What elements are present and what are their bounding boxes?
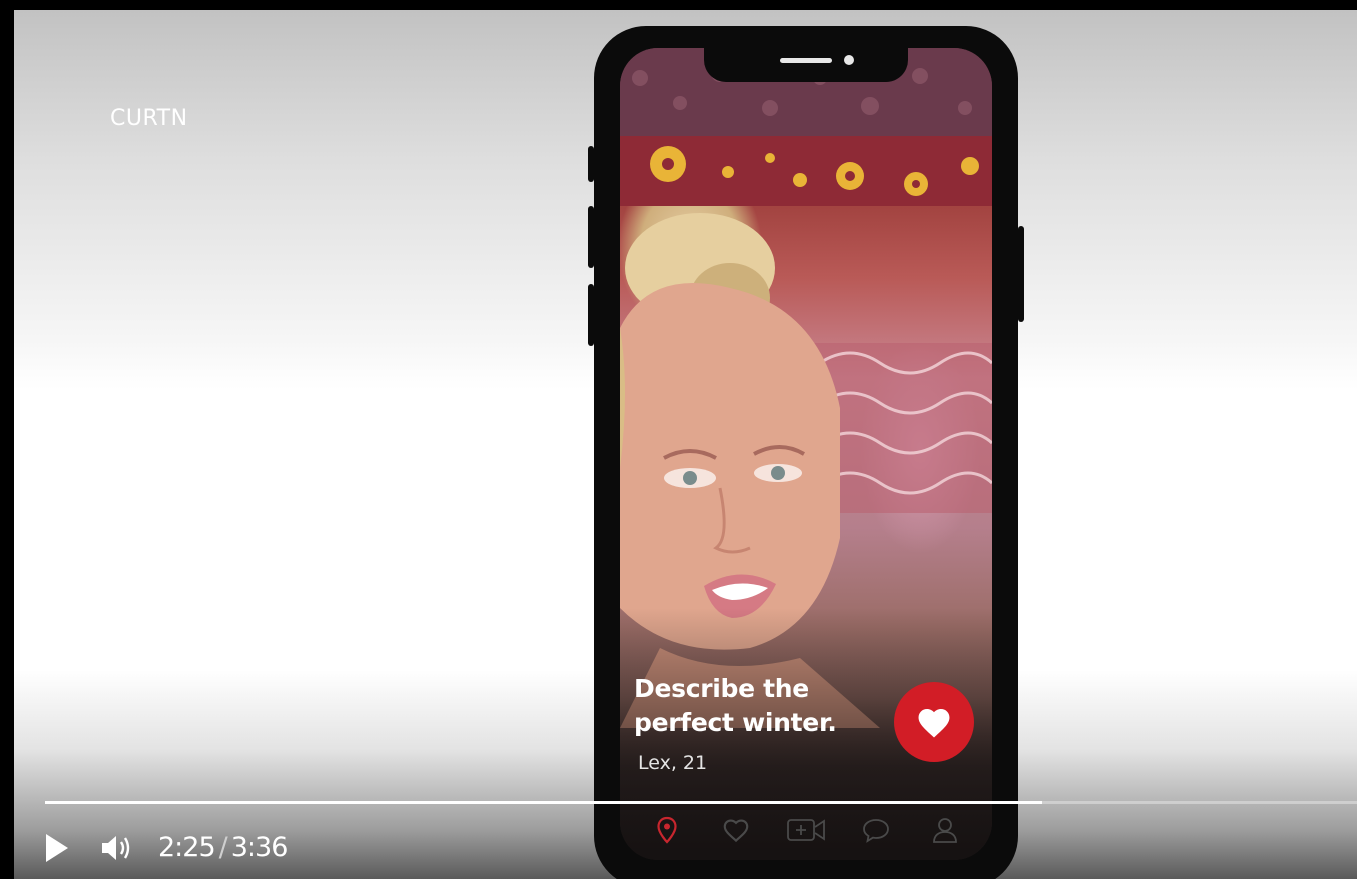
tab-likes[interactable] xyxy=(716,810,756,850)
phone-volume-down xyxy=(588,284,594,346)
bottom-tab-bar xyxy=(620,800,992,860)
play-button[interactable] xyxy=(44,832,70,869)
volume-button[interactable] xyxy=(100,833,134,868)
tab-messages[interactable] xyxy=(856,810,896,850)
heart-outline-icon xyxy=(724,819,749,843)
user-name-age: Lex, 21 xyxy=(638,752,708,774)
brand-watermark: CURTN xyxy=(110,106,188,131)
phone-volume-up xyxy=(588,206,594,268)
seek-bar[interactable] xyxy=(45,801,1357,804)
tab-record[interactable] xyxy=(786,810,826,850)
tapestry-pattern-flowers xyxy=(620,136,992,206)
tab-profile[interactable] xyxy=(925,810,965,850)
phone-power-button xyxy=(1018,226,1024,322)
phone-mute-switch xyxy=(588,146,594,182)
chat-bubble-icon xyxy=(862,819,889,843)
phone-screen: Describe the perfect winter. Lex, 21 xyxy=(620,48,992,860)
play-icon xyxy=(46,834,68,862)
earpiece-speaker xyxy=(780,58,832,63)
video-stage[interactable]: CURTN Describe the perfect winter. Lex, … xyxy=(14,10,1357,879)
phone-mockup: Describe the perfect winter. Lex, 21 xyxy=(588,26,1024,879)
seek-bar-played xyxy=(45,801,1043,804)
tab-discover[interactable] xyxy=(647,810,687,850)
phone-notch xyxy=(704,48,908,82)
prompt-caption: Describe the perfect winter. xyxy=(634,674,837,737)
front-camera xyxy=(844,55,854,65)
profile-icon xyxy=(933,818,958,843)
duration: 3:36 xyxy=(230,832,289,863)
like-button[interactable] xyxy=(894,682,974,762)
heart-icon xyxy=(918,709,950,738)
location-pin-icon xyxy=(657,816,677,844)
time-display: 2:25/3:36 xyxy=(158,832,289,863)
current-time: 2:25 xyxy=(158,832,216,863)
video-add-icon xyxy=(787,819,825,841)
volume-icon xyxy=(102,836,130,860)
time-separator: / xyxy=(218,832,228,863)
